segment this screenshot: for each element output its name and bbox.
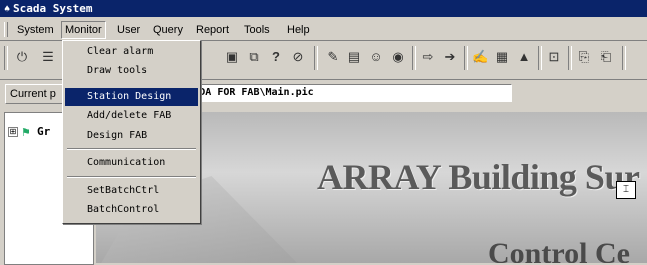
menu-item-batchcontrol[interactable]: BatchControl bbox=[65, 201, 198, 219]
toolbar-grip bbox=[4, 46, 8, 70]
window-title: Scada System bbox=[13, 2, 93, 15]
open-icon[interactable]: ▣ bbox=[224, 49, 240, 65]
toolbar-separator bbox=[314, 46, 318, 70]
report-icon[interactable]: ▦ bbox=[494, 49, 510, 65]
monitor-icon[interactable]: ▤ bbox=[346, 49, 362, 65]
menu-help[interactable]: Help bbox=[284, 22, 313, 38]
print-icon[interactable]: ☰ bbox=[40, 49, 56, 65]
menu-item-station-design[interactable]: Station Design bbox=[65, 88, 198, 106]
paste-icon[interactable]: ⎗ bbox=[598, 49, 614, 65]
tree-root-label[interactable]: Gr bbox=[37, 125, 50, 138]
chart-icon[interactable]: ▲ bbox=[516, 49, 532, 65]
monitor-dropdown-menu: Clear alarm Draw tools Station Design Ad… bbox=[62, 40, 201, 224]
title-bar: ♠ Scada System bbox=[0, 0, 647, 17]
user-icon[interactable]: ☺ bbox=[368, 49, 384, 65]
menu-item-design-fab[interactable]: Design FAB bbox=[65, 127, 198, 145]
edit-doc-icon[interactable]: ✍ bbox=[472, 49, 488, 65]
menu-query[interactable]: Query bbox=[150, 22, 186, 38]
menu-monitor[interactable]: Monitor bbox=[61, 21, 106, 39]
menubar-grip bbox=[4, 22, 8, 37]
toolbar-separator bbox=[538, 46, 542, 70]
pen-icon[interactable]: ✎ bbox=[325, 49, 341, 65]
menu-tools[interactable]: Tools bbox=[241, 22, 273, 38]
copy-icon[interactable]: ⎘ bbox=[576, 49, 592, 65]
menu-report[interactable]: Report bbox=[193, 22, 232, 38]
screen-icon[interactable]: ⊡ bbox=[546, 49, 562, 65]
toolbar-separator bbox=[568, 46, 572, 70]
menu-item-setbatchctrl[interactable]: SetBatchCtrl bbox=[65, 182, 198, 200]
menu-item-add-delete-fab[interactable]: Add/delete FAB bbox=[65, 107, 198, 125]
toolbar-separator bbox=[464, 46, 468, 70]
app-icon: ♠ bbox=[4, 4, 11, 15]
menu-bar: System Monitor User Query Report Tools H… bbox=[0, 19, 647, 41]
zoom-icon[interactable]: ⧉ bbox=[246, 49, 262, 65]
help-icon[interactable]: ? bbox=[268, 49, 284, 65]
canvas-headline: ARRAY Building Sur bbox=[317, 157, 640, 197]
menu-separator bbox=[67, 176, 196, 178]
canvas-subline: Control Ce bbox=[488, 237, 630, 263]
expand-icon[interactable]: ⊞ bbox=[8, 127, 18, 137]
menu-item-clear-alarm[interactable]: Clear alarm bbox=[65, 43, 198, 61]
station-icon: ⚑ bbox=[21, 127, 31, 139]
menu-user[interactable]: User bbox=[114, 22, 143, 38]
power-icon[interactable]: ⏻ bbox=[14, 49, 30, 65]
cursor-icon: ⌶ bbox=[616, 181, 636, 199]
menu-separator bbox=[67, 148, 196, 150]
arrow-right-icon[interactable]: ➔ bbox=[442, 49, 458, 65]
forward-icon[interactable]: ⇨ bbox=[420, 49, 436, 65]
menu-item-draw-tools[interactable]: Draw tools bbox=[65, 62, 198, 80]
menu-system[interactable]: System bbox=[14, 22, 57, 38]
toolbar-separator bbox=[622, 46, 626, 70]
menu-item-communication[interactable]: Communication bbox=[65, 154, 198, 172]
alarm-icon[interactable]: ◉ bbox=[390, 49, 406, 65]
toolbar-separator bbox=[412, 46, 416, 70]
tool-icon[interactable]: ⊘ bbox=[290, 49, 306, 65]
